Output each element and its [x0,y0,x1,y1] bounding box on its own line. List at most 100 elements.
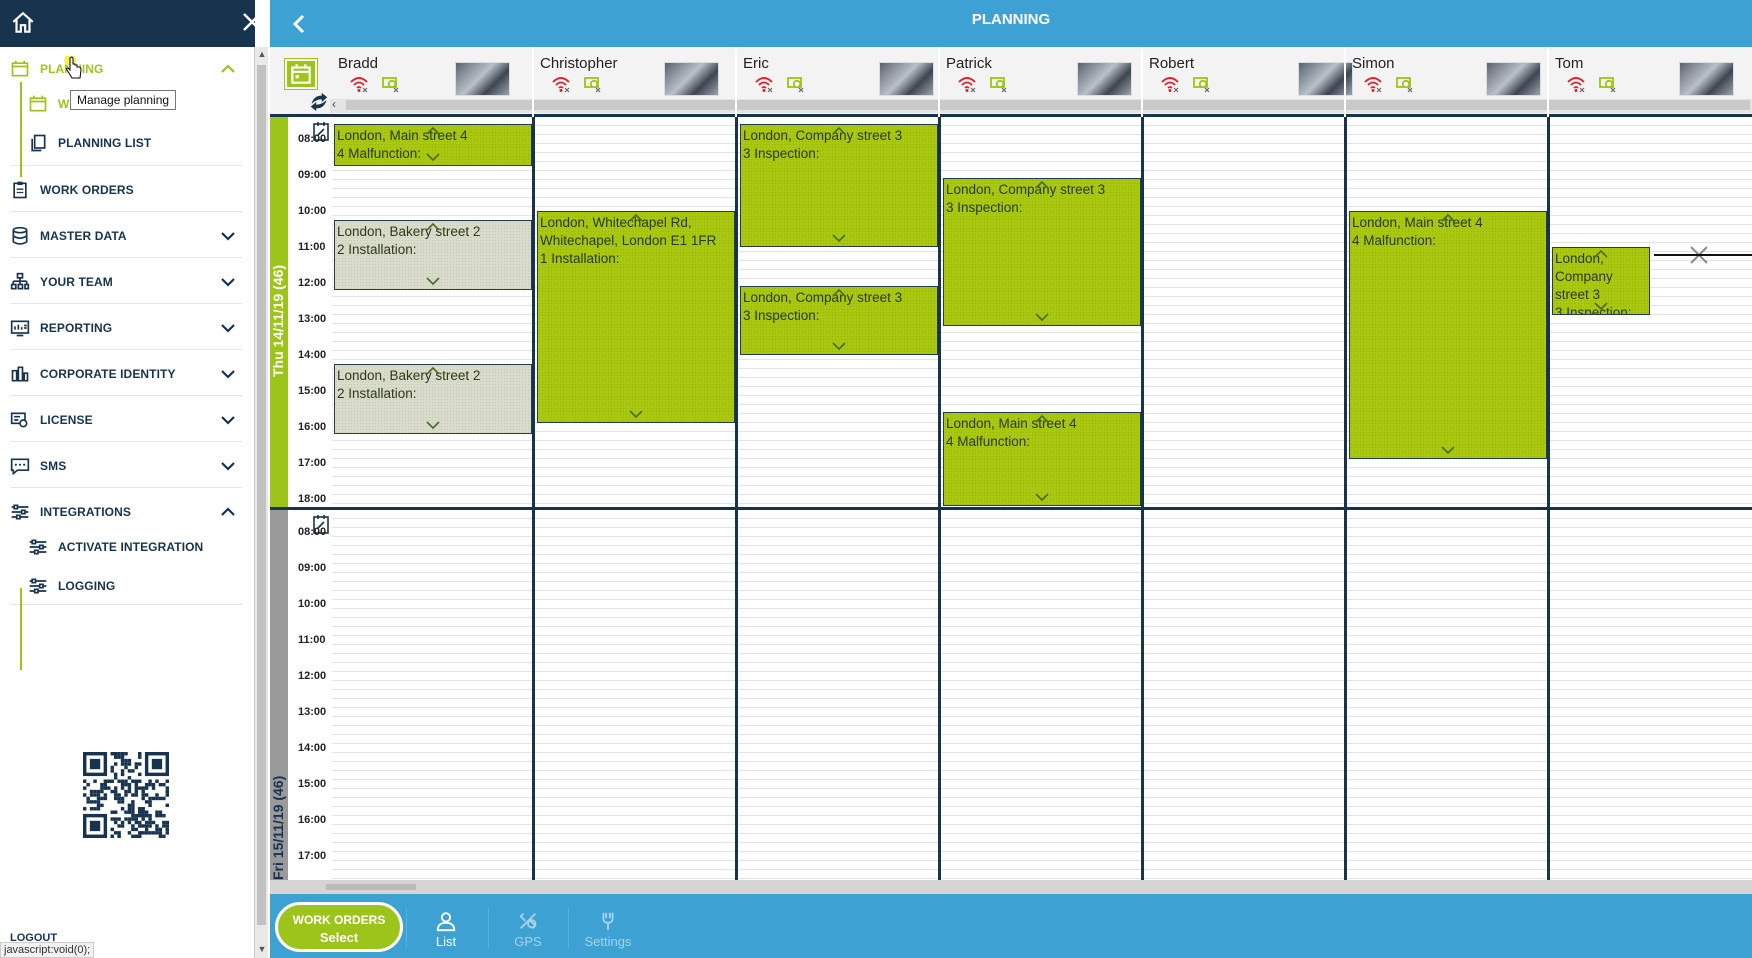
technician-name: Simon [1352,55,1395,72]
work-order-event[interactable]: London, Main street 44 Malfunction: [1349,210,1547,459]
technician-name: Patrick [946,55,992,72]
nav-gps[interactable]: GPS [488,894,568,958]
gps-icon [519,913,537,929]
sidebar-item-corporate-identity[interactable]: CORPORATE IDENTITY [10,352,242,396]
gps-off-icon [990,77,1007,93]
time-grid[interactable] [332,510,1752,880]
gps-off-icon [1599,77,1616,93]
hour-label: 13:00 [298,705,327,718]
resize-down-icon[interactable] [1034,313,1050,323]
event-text: Whitechapel, London E1 1FR [540,232,717,248]
chevron-up-icon[interactable] [220,504,236,520]
calendar-icon [291,64,311,84]
hour-label: 10:00 [298,597,327,610]
hour-label: 08:00 [298,525,327,538]
sync-icon[interactable] [308,91,330,113]
day-label: Fri 15/11/19 (46) [270,775,286,880]
chevron-down-icon[interactable] [220,366,236,382]
sidebar-item-activate-integration[interactable]: ACTIVATE INTEGRATION [28,525,242,569]
calendar-button[interactable] [284,58,318,90]
chevron-down-icon[interactable] [220,274,236,290]
technician-photo [1486,62,1541,96]
technician-name: Robert [1149,55,1195,72]
resize-up-icon[interactable] [1034,413,1050,423]
resize-up-icon[interactable] [1440,212,1456,222]
sidebar-item-logging[interactable]: LOGGING [28,564,242,608]
chevron-down-icon[interactable] [220,320,236,336]
resize-up-icon[interactable] [425,221,441,231]
work-order-event[interactable]: London, Whitechapel Rd, Whitechapel, Lond… [537,210,735,423]
sidebar-item-sms[interactable]: SMS [10,444,242,488]
technician-photo [1679,62,1734,96]
resize-up-icon[interactable] [425,125,441,135]
menu-divider [10,257,242,258]
resize-down-icon[interactable] [831,342,847,352]
resize-up-icon[interactable] [831,287,847,297]
hour-label: 14:00 [298,348,327,361]
resize-up-icon[interactable] [831,125,847,135]
technician-header-simon[interactable]: Simon [1346,50,1546,96]
chevron-down-icon[interactable] [220,412,236,428]
work-order-event[interactable]: London, Company street 33 Inspection: [740,286,938,355]
chevron-down-icon[interactable] [220,458,236,474]
technician-photo [664,62,719,96]
sidebar-item-work-orders[interactable]: WORK ORDERS [10,168,242,212]
technician-header-patrick[interactable]: Patrick [940,50,1140,96]
event-text: 1 Installation: [540,250,620,266]
nav-list[interactable]: List [406,894,486,958]
work-orders-label: WORK ORDERS [292,913,386,927]
technician-header-christopher[interactable]: Christopher [534,50,734,96]
sidebar-item-your-team[interactable]: YOUR TEAM [10,260,242,304]
report-icon [10,320,30,337]
hour-label: 08:00 [298,132,327,145]
column-divider [1547,117,1550,507]
work-order-event[interactable]: London, Company street 33 Inspection: [943,178,1141,326]
work-order-event[interactable]: London, Company street 33 Inspection: [740,124,938,247]
resize-down-icon[interactable] [1593,302,1609,312]
work-order-event[interactable]: London, Company street 33 Inspection: [1552,246,1650,315]
work-order-event[interactable]: London, Bakery street 22 Installation: [334,363,532,434]
resize-down-icon[interactable] [425,277,441,287]
sidebar-item-label: YOUR TEAM [40,275,113,289]
column-divider [735,510,738,880]
resize-up-icon[interactable] [425,365,441,375]
hour-label: 15:00 [298,384,327,397]
nav-settings[interactable]: Settings [568,894,648,958]
sidebar-item-label: LOGGING [58,579,116,593]
resize-down-icon[interactable] [1440,446,1456,456]
chevron-up-icon[interactable] [220,61,236,77]
planning-calendar: Thu 14/11/19 (46) 08:00 09:00 10:00 11:00 12:… [270,117,1752,880]
hour-label: 10:00 [298,204,327,217]
calendar-scrollbar[interactable] [270,880,1752,894]
page-title: PLANNING [971,11,1051,28]
sidebar-item-master-data[interactable]: MASTER DATA [10,214,242,258]
work-order-event[interactable]: London, Main street 44 Malfunction: [943,412,1141,506]
sidebar-item-label: MASTER DATA [40,229,127,243]
work-orders-select-button[interactable]: WORK ORDERS Select [275,902,403,952]
close-icon[interactable] [240,10,264,34]
technician-scrollbar[interactable]: ‹ [330,97,1752,113]
resize-up-icon[interactable] [1034,179,1050,189]
sidebar-scrollbar[interactable]: ▲ ▼ [254,47,268,958]
home-icon[interactable] [10,10,36,36]
technician-header-eric[interactable]: Eric [737,50,937,96]
work-order-event[interactable]: London, Bakery street 22 Installation: [334,219,532,290]
technician-name: Christopher [540,55,618,72]
resize-up-icon[interactable] [1593,248,1609,258]
resize-down-icon[interactable] [425,421,441,431]
resize-down-icon[interactable] [1034,493,1050,503]
technician-header-tom[interactable]: Tom [1549,50,1752,96]
chevron-down-icon[interactable] [220,228,236,244]
resize-up-icon[interactable] [628,212,644,222]
work-order-event[interactable]: London, Main street 44 Malfunction: [334,124,532,166]
resize-down-icon[interactable] [628,410,644,420]
technician-header-bradd[interactable]: Bradd [332,50,532,96]
technician-header-robert[interactable]: Robert [1143,50,1353,96]
sidebar-item-license[interactable]: LICENSE [10,398,242,442]
event-text: Company [1555,268,1613,284]
resize-down-icon[interactable] [425,153,441,163]
sidebar-item-planning-list[interactable]: PLANNING LIST [28,121,242,165]
sidebar-item-reporting[interactable]: REPORTING [10,306,242,350]
event-text: 3 Inspection: [946,200,1023,216]
resize-down-icon[interactable] [831,234,847,244]
